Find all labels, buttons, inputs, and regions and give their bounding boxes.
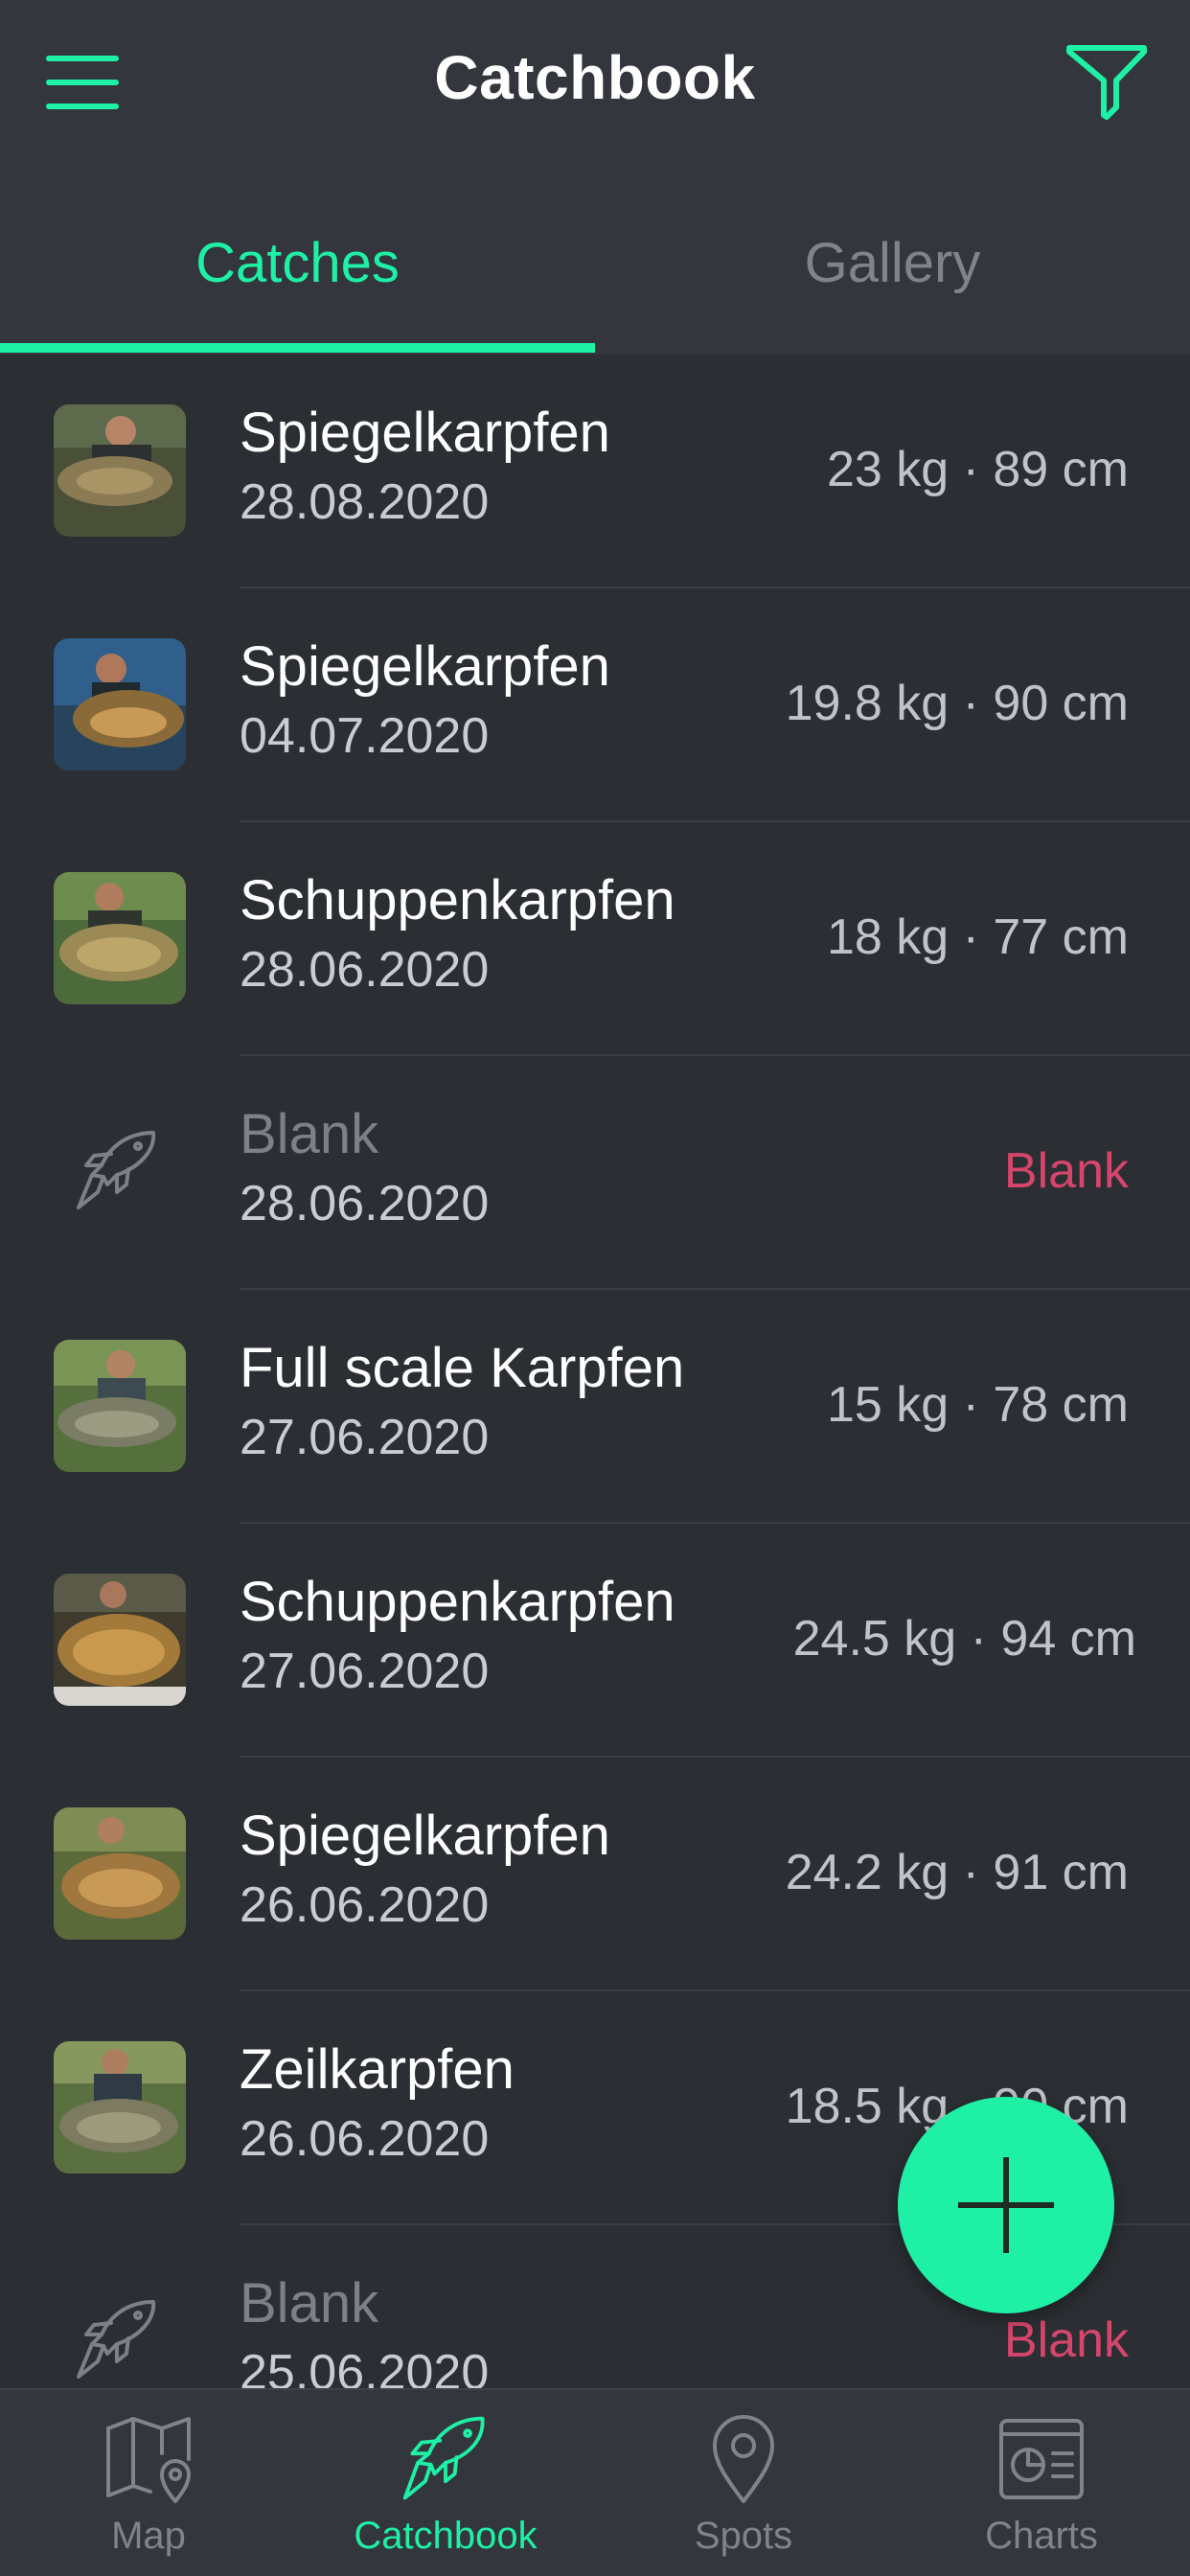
app-screen: Catchbook Catches Gallery Spiegelkarpfen…: [0, 0, 1190, 2576]
fish-icon: [402, 2416, 485, 2500]
catch-date: 27.06.2020: [240, 1644, 490, 1699]
nav-item-map[interactable]: Map: [0, 2390, 297, 2576]
list-item[interactable]: Spiegelkarpfen 26.06.2020 24.2 kg · 91 c…: [0, 1758, 1190, 1991]
catch-date: 26.06.2020: [240, 1877, 490, 1933]
catch-species: Full scale Karpfen: [240, 1337, 685, 1399]
list-item[interactable]: Full scale Karpfen 27.06.2020 15 kg · 78…: [0, 1290, 1190, 1524]
catch-date: 25.06.2020: [240, 2345, 490, 2388]
catch-species: Blank: [240, 1103, 379, 1165]
nav-item-spots[interactable]: Spots: [595, 2390, 892, 2576]
list-item[interactable]: Schuppenkarpfen 28.06.2020 18 kg · 77 cm: [0, 822, 1190, 1056]
catch-photo: [54, 638, 186, 770]
catch-photo: [54, 2041, 186, 2174]
catch-date: 28.06.2020: [240, 1176, 490, 1231]
active-tab-indicator: [0, 343, 595, 353]
app-header: Catchbook Catches Gallery: [0, 0, 1190, 355]
fish-icon: [77, 2300, 156, 2379]
plus-icon: [958, 2157, 1054, 2253]
nav-label-map: Map: [111, 2515, 186, 2557]
catch-date: 27.06.2020: [240, 1410, 490, 1465]
list-item[interactable]: Blank 28.06.2020 Blank: [0, 1056, 1190, 1290]
catch-species: Schuppenkarpfen: [240, 1571, 675, 1633]
tab-gallery[interactable]: Gallery: [595, 201, 1190, 345]
catch-stats: 24.5 kg · 94 cm: [792, 1611, 1136, 1667]
add-catch-button[interactable]: [898, 2097, 1114, 2313]
tab-catches[interactable]: Catches: [0, 201, 595, 345]
nav-label-spots: Spots: [694, 2515, 793, 2557]
catch-photo: [54, 1340, 186, 1472]
catch-photo: [54, 1574, 186, 1706]
location-pin-icon: [713, 2415, 774, 2503]
catch-species: Spiegelkarpfen: [240, 1805, 610, 1867]
catch-stats: 19.8 kg · 90 cm: [785, 676, 1129, 731]
list-item[interactable]: Schuppenkarpfen 27.06.2020 24.5 kg · 94 …: [0, 1524, 1190, 1758]
catch-photo: [54, 404, 186, 537]
list-item[interactable]: Spiegelkarpfen 04.07.2020 19.8 kg · 90 c…: [0, 588, 1190, 822]
bottom-nav: Map Catchbook Spots Charts: [0, 2388, 1190, 2576]
catch-species: Spiegelkarpfen: [240, 635, 610, 698]
charts-icon: [999, 2419, 1084, 2499]
catch-date: 04.07.2020: [240, 708, 490, 764]
catch-date: 28.08.2020: [240, 474, 490, 530]
catch-photo: [54, 872, 186, 1004]
catch-stats: 23 kg · 89 cm: [826, 442, 1129, 497]
map-icon: [106, 2417, 191, 2503]
nav-item-charts[interactable]: Charts: [893, 2390, 1190, 2576]
catch-species: Spiegelkarpfen: [240, 402, 610, 464]
catch-date: 26.06.2020: [240, 2111, 490, 2167]
catch-stats: 18 kg · 77 cm: [826, 909, 1129, 965]
nav-item-catchbook[interactable]: Catchbook: [297, 2390, 594, 2576]
catch-date: 28.06.2020: [240, 942, 490, 998]
tab-bar: Catches Gallery: [0, 201, 1190, 355]
blank-label: Blank: [1003, 1143, 1129, 1199]
blank-label: Blank: [1003, 2312, 1129, 2368]
catch-species: Schuppenkarpfen: [240, 869, 675, 932]
catch-species: Zeilkarpfen: [240, 2038, 515, 2101]
fish-icon: [77, 1131, 156, 1209]
nav-label-charts: Charts: [985, 2515, 1098, 2557]
catch-stats: 15 kg · 78 cm: [826, 1377, 1129, 1433]
catch-list[interactable]: Spiegelkarpfen 28.08.2020 23 kg · 89 cm …: [0, 355, 1190, 2388]
filter-funnel-icon[interactable]: [1064, 38, 1150, 125]
catch-photo: [54, 1807, 186, 1940]
catch-species: Blank: [240, 2272, 379, 2334]
nav-label-catchbook: Catchbook: [354, 2515, 538, 2557]
catch-stats: 24.2 kg · 91 cm: [785, 1845, 1129, 1900]
page-title: Catchbook: [434, 43, 756, 112]
list-item[interactable]: Spiegelkarpfen 28.08.2020 23 kg · 89 cm: [0, 355, 1190, 588]
